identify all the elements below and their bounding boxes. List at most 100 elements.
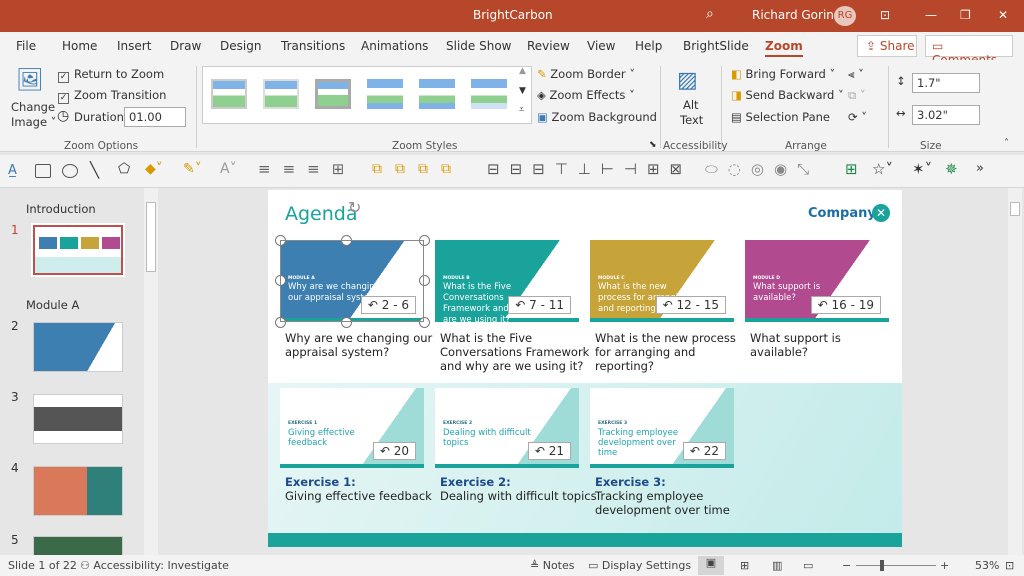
minimize-icon[interactable]: — <box>925 8 937 22</box>
restore-icon[interactable]: ❐ <box>960 8 971 22</box>
section-module-a[interactable]: Module A <box>26 298 79 312</box>
tab-help[interactable]: Help <box>635 39 662 53</box>
change-image-button[interactable]: Change <box>11 100 55 114</box>
tab-insert[interactable]: Insert <box>117 39 151 53</box>
exercise-zoom-1[interactable]: EXERCISE 1 Giving effective feedback ↶ 2… <box>280 388 424 468</box>
zoom-style-5[interactable] <box>419 79 455 109</box>
tab-zoom[interactable]: Zoom <box>765 39 803 57</box>
alt-text-icon: ▨ <box>677 68 698 93</box>
zoom-slider[interactable] <box>856 560 936 571</box>
tab-view[interactable]: View <box>587 39 615 53</box>
zoom-style-2[interactable] <box>263 79 299 109</box>
display-settings-button[interactable]: ▭ Display Settings <box>588 559 691 572</box>
tab-transitions[interactable]: Transitions <box>281 39 345 53</box>
section-introduction[interactable]: Introduction <box>26 202 96 216</box>
zoom-in-icon[interactable]: + <box>940 559 949 572</box>
dialog-launcher-icon[interactable]: ⬊ <box>649 140 657 150</box>
zoom-style-6[interactable] <box>471 79 507 109</box>
height-input[interactable]: 1.7" <box>912 73 980 93</box>
slide-thumbnail-4[interactable] <box>33 466 123 516</box>
slide-thumbnail-1[interactable] <box>31 223 125 277</box>
change-image-dropdown[interactable]: Image ˅ <box>11 115 56 129</box>
table-icon[interactable]: ⊞ <box>845 160 858 178</box>
accessibility-status[interactable]: ⚇ Accessibility: Investigate <box>80 559 229 572</box>
zoom-border-button[interactable]: ✎ Zoom Border ˅ <box>537 67 635 81</box>
align-icon[interactable]: ⫷ ˅ <box>848 67 864 82</box>
slide-thumbnail-5[interactable] <box>33 536 123 556</box>
tab-brightslide[interactable]: BrightSlide <box>683 39 749 53</box>
rectangle-icon[interactable] <box>35 164 51 178</box>
width-input[interactable]: 3.02" <box>912 105 980 125</box>
brightslide-star-icon[interactable]: ✵ <box>945 160 958 178</box>
module-caption: Why are we changing our appraisal system… <box>285 331 433 359</box>
module-zoom-4[interactable]: MODULE D What support is available? ↶ 16… <box>745 240 889 322</box>
zoom-out-icon[interactable]: − <box>842 559 851 572</box>
rotate-icon[interactable]: ⟳ ˅ <box>848 110 867 124</box>
callout-icon[interactable]: ✶˅ <box>912 160 932 178</box>
zoom-background-button[interactable]: ▣ Zoom Background <box>537 110 657 124</box>
fill-icon[interactable]: ◆˅ <box>145 161 163 177</box>
line-icon[interactable]: ╲ <box>90 161 99 179</box>
tab-file[interactable]: File <box>16 39 36 53</box>
zoom-effects-button[interactable]: ◈ Zoom Effects ˅ <box>537 88 635 102</box>
rotation-handle-icon[interactable]: ↻ <box>348 198 361 217</box>
oval-icon[interactable] <box>62 164 78 178</box>
slide-thumbnail-3[interactable] <box>33 394 123 444</box>
slide-thumbnail-2[interactable] <box>33 322 123 372</box>
slide-title[interactable]: Agenda <box>285 203 358 225</box>
close-icon[interactable]: ✕ <box>998 8 1008 22</box>
gallery-scroll-down[interactable]: ▼ <box>519 86 526 96</box>
tab-review[interactable]: Review <box>527 39 570 53</box>
exercise-zoom-3[interactable]: EXERCISE 3 Tracking employee development… <box>590 388 734 468</box>
zoom-style-3[interactable] <box>315 79 351 109</box>
reading-view-icon[interactable]: ▥ <box>772 559 782 572</box>
outline-icon[interactable]: ✎˅ <box>183 161 202 177</box>
tab-slide-show[interactable]: Slide Show <box>446 39 511 53</box>
zoom-style-4[interactable] <box>367 79 403 109</box>
user-name[interactable]: Richard Goring <box>752 8 842 22</box>
slide-counter: Slide 1 of 22 <box>8 559 77 572</box>
send-backward-button[interactable]: ◨ Send Backward ˅ <box>731 88 844 102</box>
alt-text-button-2[interactable]: Text <box>680 113 703 127</box>
arrange-icons[interactable]: ⧉⧉⧉⧉ <box>372 161 464 177</box>
slideshow-icon[interactable]: ▭ <box>803 559 813 572</box>
return-to-zoom-checkbox[interactable]: ✓ Return to Zoom <box>58 67 164 83</box>
search-icon[interactable]: ⌕ <box>706 6 714 22</box>
thumbnail-scrollbar[interactable] <box>144 188 158 555</box>
tab-design[interactable]: Design <box>220 39 261 53</box>
bring-forward-button[interactable]: ◧ Bring Forward ˅ <box>731 67 835 81</box>
notes-button[interactable]: ≜ Notes <box>530 559 575 572</box>
align-distribute-icons[interactable]: ⊟⊟⊟⊤⊥⊢⊣⊞⊠ <box>487 160 692 178</box>
duration-input[interactable]: 01.00 <box>124 107 186 127</box>
shape-icons[interactable]: ⬭◌◎◉⤡ <box>705 160 819 178</box>
gallery-more[interactable]: ⩡ <box>519 105 524 115</box>
text-box-icon[interactable]: A̲ <box>8 163 17 178</box>
selection-pane-button[interactable]: ▤ Selection Pane <box>731 110 830 124</box>
collapse-ribbon-icon[interactable]: ˄ <box>1004 138 1009 149</box>
zoom-transition-checkbox[interactable]: ✓ Zoom Transition <box>58 88 166 104</box>
freeform-icon[interactable]: ⬠ <box>118 161 130 177</box>
module-zoom-2[interactable]: MODULE B What is the Five Conversations … <box>435 240 579 322</box>
exercise-zoom-2[interactable]: EXERCISE 2 Dealing with difficult topics… <box>435 388 579 468</box>
module-zoom-3[interactable]: MODULE C What is the new process for arr… <box>590 240 734 322</box>
zoom-style-1[interactable] <box>211 79 247 109</box>
zoom-level[interactable]: 53% <box>975 559 999 572</box>
ribbon-display-icon[interactable]: ⊡ <box>880 8 890 22</box>
alt-text-button[interactable]: Alt <box>683 98 699 112</box>
avatar[interactable]: RG <box>834 6 856 26</box>
more-icon[interactable]: » <box>976 161 984 176</box>
alignment-icons[interactable]: ≡≡≡⊞ <box>258 160 356 178</box>
font-color-icon[interactable]: A˅ <box>220 161 237 177</box>
gallery-scroll-up[interactable]: ▲ <box>519 66 526 76</box>
normal-view-icon[interactable]: ▣ <box>698 556 724 575</box>
tab-animations[interactable]: Animations <box>361 39 428 53</box>
star-icon[interactable]: ☆˅ <box>872 160 893 178</box>
fit-slide-icon[interactable]: ⊡ <box>1005 559 1014 572</box>
tab-draw[interactable]: Draw <box>170 39 201 53</box>
slide-sorter-icon[interactable]: ⊞ <box>740 559 749 572</box>
share-button[interactable]: ⇪ Share <box>857 35 917 57</box>
group-icon[interactable]: ⧉ ˅ <box>848 88 866 103</box>
slide-scrollbar[interactable] <box>1008 188 1022 555</box>
comments-button[interactable]: ▭ Comments <box>925 35 1013 67</box>
tab-home[interactable]: Home <box>62 39 97 53</box>
